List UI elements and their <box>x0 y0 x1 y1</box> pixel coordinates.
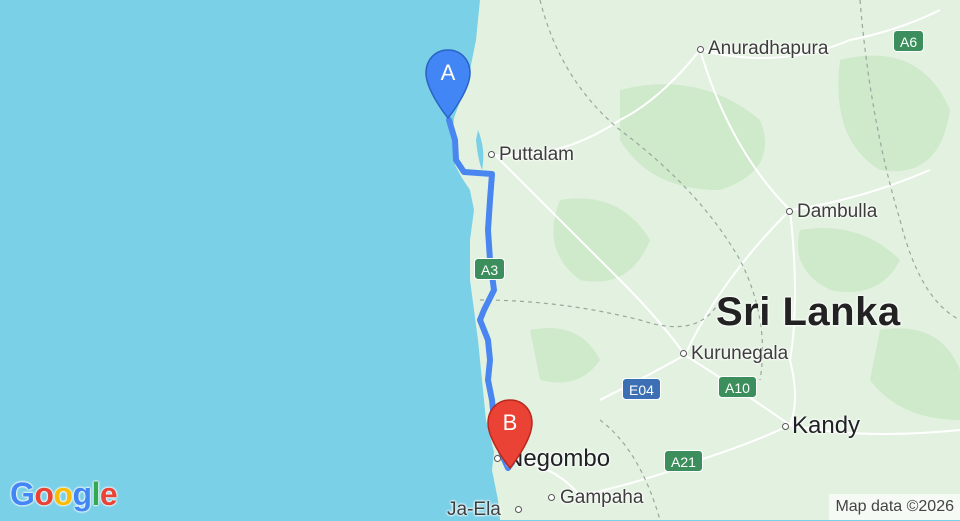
google-logo: Google <box>10 476 118 512</box>
city-label-gampaha[interactable]: Gampaha <box>560 487 643 509</box>
road-shield-a21: A21 <box>664 450 703 472</box>
road-shield-e04: E04 <box>622 378 661 400</box>
end-marker-letter: B <box>502 410 518 435</box>
city-label-dambulla[interactable]: Dambulla <box>797 201 877 223</box>
map-attribution[interactable]: Map data ©2026 <box>829 494 960 520</box>
city-dot-dambulla <box>786 208 793 215</box>
city-dot-ja-ela <box>515 506 522 513</box>
city-dot-gampaha <box>548 494 555 501</box>
city-label-puttalam[interactable]: Puttalam <box>499 144 574 166</box>
road-shield-a6: A6 <box>893 30 925 52</box>
city-label-kandy[interactable]: Kandy <box>792 412 860 440</box>
end-marker-b[interactable]: B <box>486 398 534 474</box>
city-dot-puttalam <box>488 151 495 158</box>
city-dot-anuradhapura <box>697 46 704 53</box>
start-marker-letter: A <box>440 60 456 85</box>
road-shield-a3: A3 <box>474 258 506 280</box>
city-label-anuradhapura[interactable]: Anuradhapura <box>708 38 828 60</box>
city-dot-kandy <box>782 423 789 430</box>
city-dot-kurunegala <box>680 350 687 357</box>
city-label-kurunegala[interactable]: Kurunegala <box>691 343 788 365</box>
city-label-ja-ela[interactable]: Ja-Ela <box>447 499 501 521</box>
start-marker-a[interactable]: A <box>424 48 472 124</box>
road-shield-a10: A10 <box>718 376 757 398</box>
country-label: Sri Lanka <box>716 290 901 334</box>
